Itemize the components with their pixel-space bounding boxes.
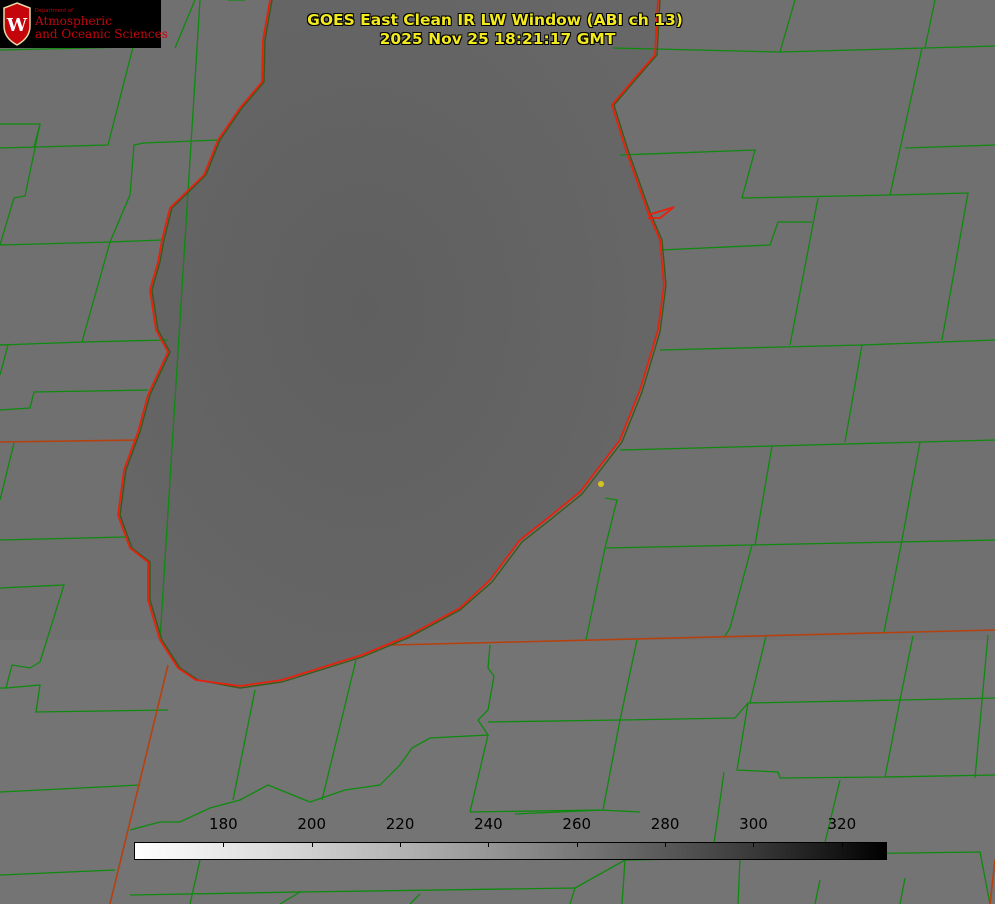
colorbar-tick-mark xyxy=(400,842,402,847)
colorbar-tick-label: 180 xyxy=(209,815,238,833)
colorbar-tick-mark xyxy=(223,842,225,847)
colorbar-tick-label: 240 xyxy=(474,815,503,833)
colorbar-tick-mark xyxy=(488,842,490,847)
colorbar-tick-mark xyxy=(665,842,667,847)
colorbar-tick-mark xyxy=(576,842,578,847)
colorbar-tick-label: 220 xyxy=(385,815,415,833)
colorbar-legend: 180 200 220 240 260 280 300 320 xyxy=(134,812,887,860)
map-layer xyxy=(0,0,995,904)
colorbar-tick-mark xyxy=(753,842,755,847)
colorbar-tick-label: 300 xyxy=(739,815,768,833)
logo-text-oceanic: and Oceanic Sciences xyxy=(35,27,168,41)
colorbar-tick-label: 260 xyxy=(562,815,592,833)
colorbar-gradient xyxy=(134,842,887,860)
colorbar-tick-mark xyxy=(841,842,843,847)
land-background-south xyxy=(0,640,995,904)
logo-text-atmospheric: Atmospheric xyxy=(35,14,112,28)
satellite-image-viewer: W Department of Atmospheric and Oceanic … xyxy=(0,0,995,904)
colorbar-tick-label: 320 xyxy=(827,815,857,833)
crest-letter: W xyxy=(6,15,28,36)
colorbar-tick-label: 280 xyxy=(650,815,680,833)
colorbar-tick-mark xyxy=(311,842,313,847)
uw-aos-logo: W Department of Atmospheric and Oceanic … xyxy=(0,0,168,48)
colorbar-tick-label: 200 xyxy=(297,815,327,833)
station-marker xyxy=(598,481,604,487)
crest-icon: W xyxy=(3,2,31,46)
